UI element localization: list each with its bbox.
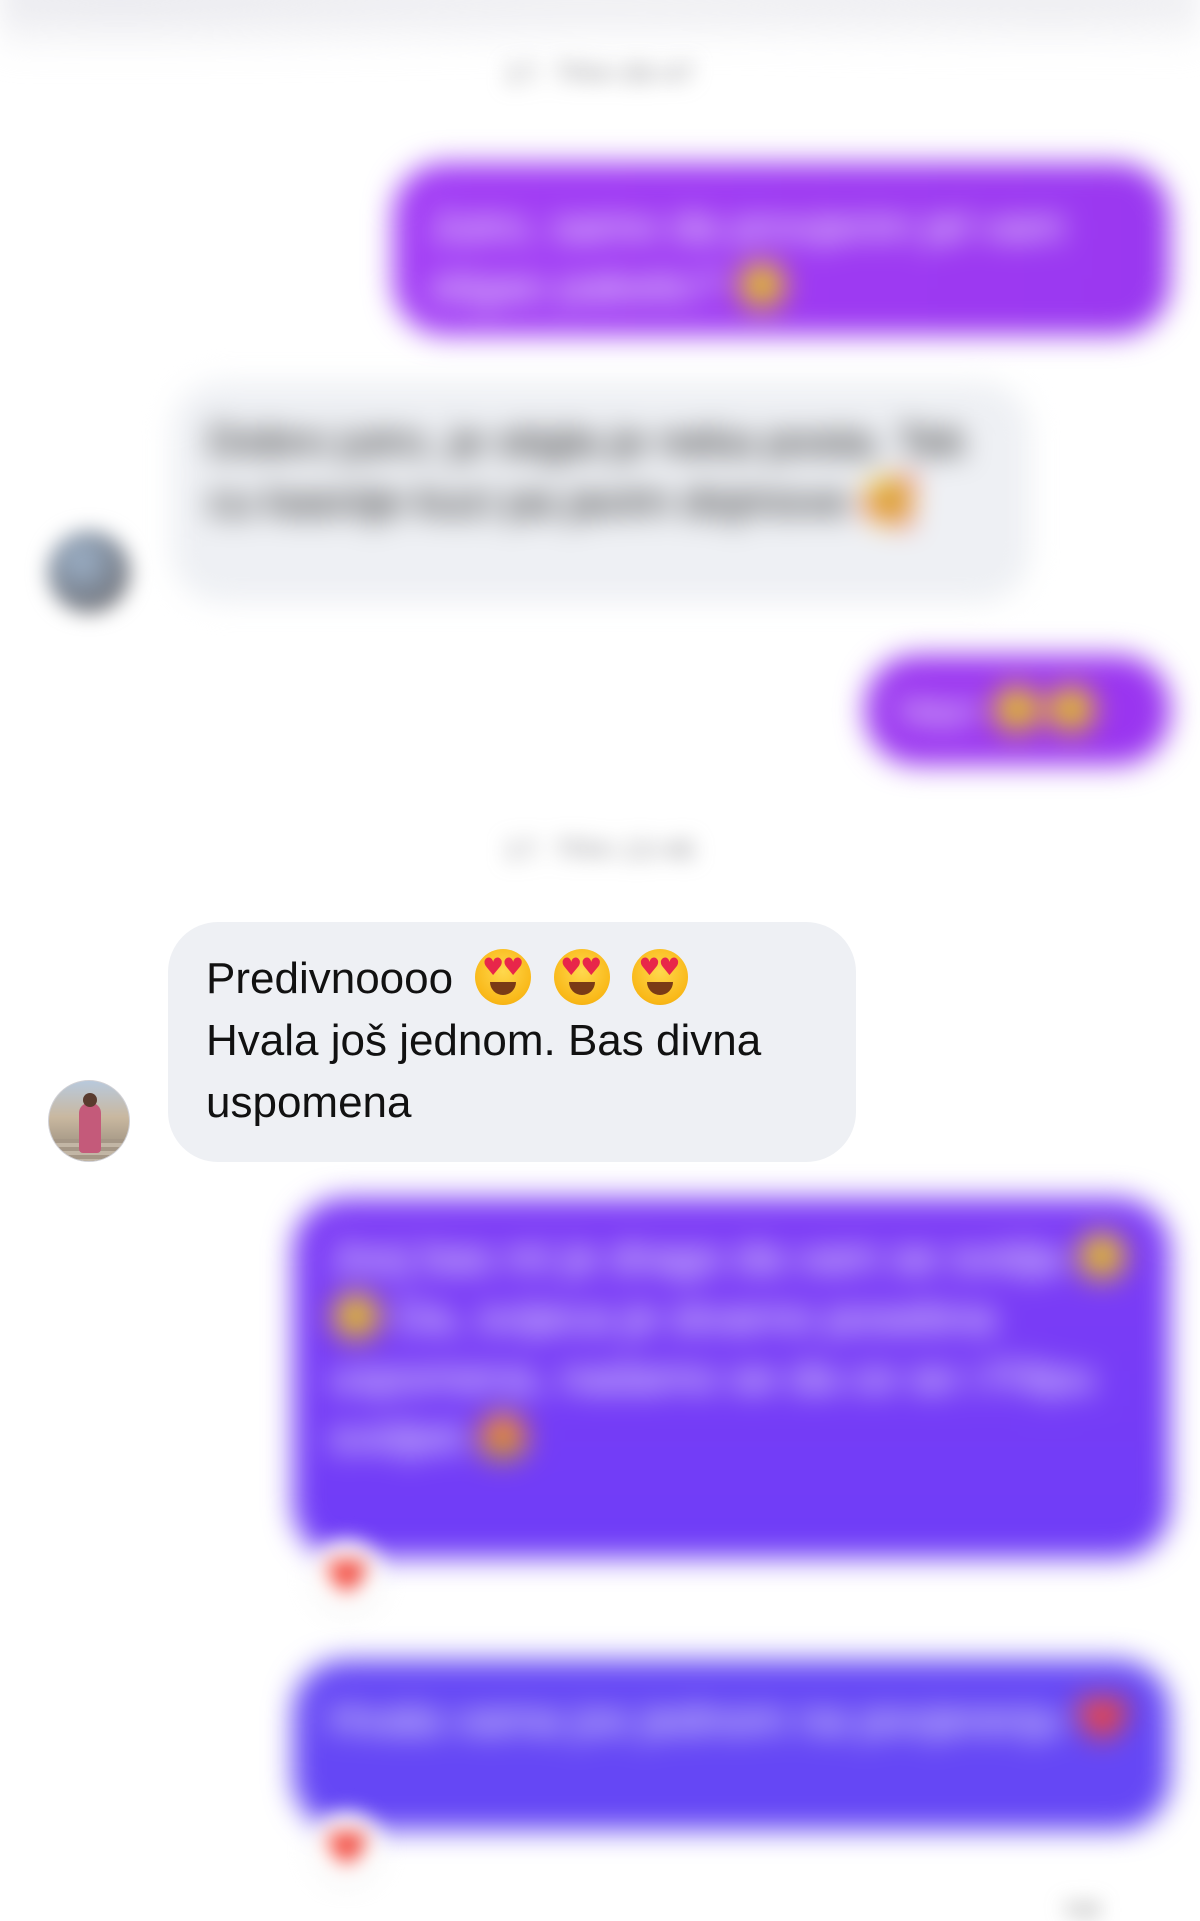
message-text: Jooj bas mi je drago da vam se svidja 😊😊… xyxy=(329,1233,1130,1462)
outgoing-message[interactable]: Jooj bas mi je drago da vam se svidja 😊😊… xyxy=(293,1198,1170,1558)
seen-status: Vidi xyxy=(1063,1897,1100,1921)
heart-reaction-icon[interactable]: ❤️ xyxy=(311,1812,383,1884)
message-line: uspomena xyxy=(206,1078,412,1127)
avatar-head xyxy=(83,1093,97,1107)
heart-reaction-icon[interactable]: ❤️ xyxy=(311,1540,383,1612)
message-text: Predivnoooo xyxy=(206,954,454,1003)
heart-eyes-emoji-icon xyxy=(631,949,688,1006)
outgoing-message[interactable]: Jutro, samo da provjerim jel vam stigao … xyxy=(393,163,1170,335)
incoming-message[interactable]: Predivnoooo Hvala još jednom. Bas divna … xyxy=(168,922,856,1162)
message-text: Jutro, samo da provjerim jel vam stigao … xyxy=(429,202,1065,311)
avatar-figure xyxy=(79,1103,101,1153)
message-text: Vazi 😊😊 xyxy=(895,686,1100,735)
heart-eyes-emoji-icon xyxy=(475,949,532,1006)
heart-eyes-emoji-icon xyxy=(553,949,610,1006)
message-text: Hvala vama jos jednom na povjerenju ❤️ xyxy=(329,1695,1130,1744)
contact-avatar[interactable] xyxy=(48,1080,130,1162)
chat-screen: 17. TRA 09:47 Jutro, samo da provjerim j… xyxy=(0,0,1200,1921)
message-text: Dobro jutro, je stigla je neka posta. Te… xyxy=(208,417,966,526)
outgoing-message[interactable]: Hvala vama jos jednom na povjerenju ❤️ xyxy=(293,1660,1170,1830)
message-line: Hvala još jednom. Bas divna xyxy=(206,1016,762,1065)
incoming-message[interactable]: Dobro jutro, je stigla je neka posta. Te… xyxy=(172,382,1030,602)
timestamp-divider: 17. TRA 13:46 xyxy=(504,834,696,865)
message-line: Predivnoooo xyxy=(206,948,818,1010)
contact-avatar[interactable] xyxy=(48,531,130,613)
timestamp-divider: 17. TRA 09:47 xyxy=(504,58,696,89)
outgoing-message[interactable]: Vazi 😊😊 xyxy=(865,655,1170,765)
